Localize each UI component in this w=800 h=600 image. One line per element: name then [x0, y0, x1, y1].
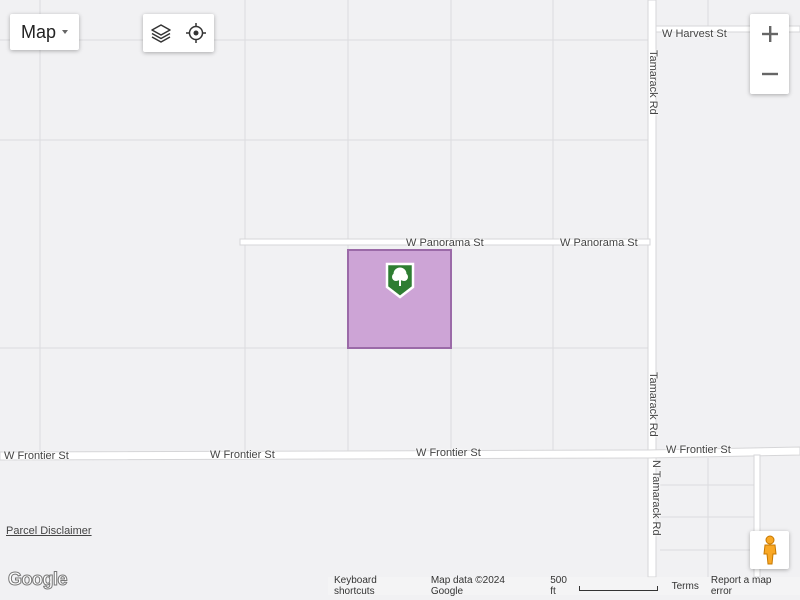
layers-button[interactable]: [146, 18, 176, 48]
my-location-button[interactable]: [181, 18, 211, 48]
parcel-disclaimer-link[interactable]: Parcel Disclaimer: [6, 525, 92, 537]
zoom-in-button[interactable]: [750, 14, 789, 54]
map-data-text: Map data ©2024 Google: [430, 575, 505, 597]
street-label-harvest: W Harvest St: [662, 28, 727, 40]
scale-bar[interactable]: [578, 585, 658, 591]
report-map-error-link[interactable]: Report a map error: [711, 575, 794, 597]
street-label-frontier-1: W Frontier St: [4, 450, 69, 462]
street-label-panorama-2: W Panorama St: [560, 237, 638, 249]
layers-icon: [151, 24, 171, 43]
tree-icon[interactable]: [384, 261, 416, 299]
keyboard-shortcuts-link[interactable]: Keyboard shortcuts: [334, 575, 419, 597]
scale-label[interactable]: 500 ft: [550, 575, 575, 597]
street-label-frontier-2: W Frontier St: [210, 449, 275, 461]
zoom-control: [750, 14, 789, 94]
minus-icon: [761, 72, 778, 76]
dropdown-caret-icon: [62, 30, 68, 34]
plus-icon: [761, 26, 778, 42]
my-location-icon: [186, 23, 207, 43]
google-logo: Google: [8, 569, 69, 590]
street-label-frontier-east: W Frontier St: [666, 444, 731, 456]
map-base-layer: [0, 0, 800, 578]
street-label-tamarack-mid: Tamarack Rd: [647, 372, 659, 437]
map-type-button[interactable]: Map: [10, 14, 79, 50]
pegman-icon: [762, 535, 777, 565]
map-canvas[interactable]: W Harvest St Tamarack Rd W Panorama St W…: [0, 0, 800, 600]
map-footer: Keyboard shortcuts Map data ©2024 Google…: [328, 575, 800, 597]
street-label-frontier-3: W Frontier St: [416, 447, 481, 459]
zoom-out-button[interactable]: [750, 54, 789, 94]
map-toolbox: [143, 14, 214, 52]
street-label-tamarack-north: Tamarack Rd: [647, 50, 659, 115]
map-type-label: Map: [20, 21, 56, 42]
street-label-panorama-1: W Panorama St: [406, 237, 484, 249]
terms-link[interactable]: Terms: [672, 581, 699, 592]
street-label-tamarack-south: N Tamarack Rd: [650, 460, 662, 536]
street-view-button[interactable]: [750, 531, 789, 569]
